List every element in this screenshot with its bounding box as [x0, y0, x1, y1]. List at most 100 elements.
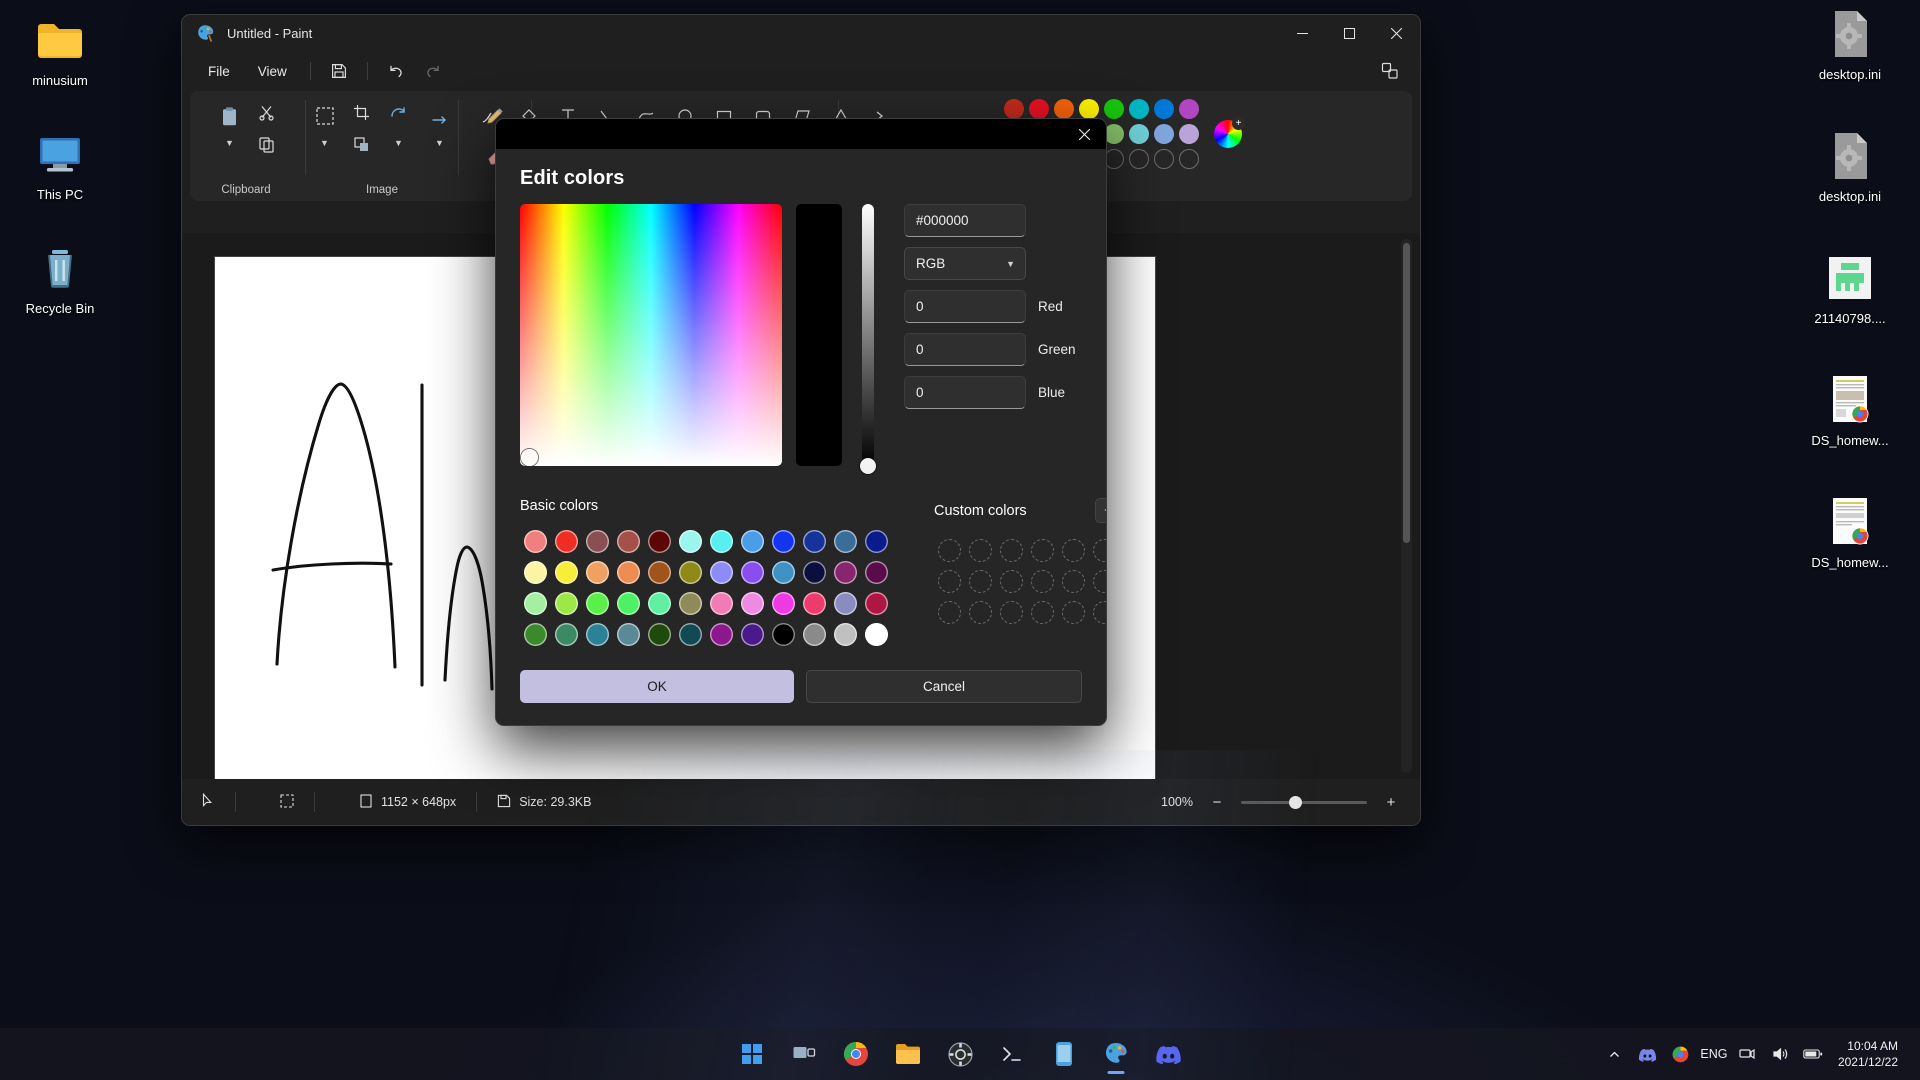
menu-file[interactable]: File [196, 58, 242, 85]
canvas-vertical-scrollbar[interactable] [1401, 239, 1412, 773]
custom-color-slot[interactable] [1062, 601, 1085, 624]
basic-color-swatch[interactable] [555, 592, 578, 615]
ribbon-color-swatch[interactable] [1179, 99, 1199, 119]
close-button[interactable] [1373, 15, 1420, 51]
custom-color-slot[interactable] [1000, 539, 1023, 562]
custom-color-slot[interactable] [969, 601, 992, 624]
basic-color-swatch[interactable] [865, 561, 888, 584]
basic-color-swatch[interactable] [865, 530, 888, 553]
basic-color-swatch[interactable] [772, 561, 795, 584]
ribbon-color-swatch[interactable] [1129, 99, 1149, 119]
minimize-button[interactable] [1279, 15, 1326, 51]
ribbon-color-swatch[interactable] [1154, 99, 1174, 119]
settings-button[interactable] [938, 1033, 982, 1075]
layers-icon[interactable] [1374, 56, 1406, 86]
ribbon-color-swatch[interactable] [1129, 149, 1149, 169]
basic-color-swatch[interactable] [648, 530, 671, 553]
battery-icon[interactable] [1799, 1038, 1827, 1070]
custom-color-slot[interactable] [1093, 570, 1107, 593]
basic-color-swatch[interactable] [834, 561, 857, 584]
basic-color-swatch[interactable] [617, 561, 640, 584]
basic-color-swatch[interactable] [555, 623, 578, 646]
basic-color-swatch[interactable] [586, 592, 609, 615]
basic-color-swatch[interactable] [803, 561, 826, 584]
basic-color-swatch[interactable] [555, 530, 578, 553]
paint-taskbar-button[interactable] [1094, 1033, 1138, 1075]
ribbon-color-swatch[interactable] [1029, 99, 1049, 119]
menu-view[interactable]: View [246, 58, 299, 85]
flip-button[interactable] [421, 97, 459, 135]
edit-colors-wheel-button[interactable]: + [1211, 117, 1245, 151]
custom-color-slot[interactable] [1031, 570, 1054, 593]
basic-color-swatch[interactable] [741, 530, 764, 553]
basic-color-swatch[interactable] [524, 623, 547, 646]
basic-color-swatch[interactable] [648, 561, 671, 584]
phone-link-button[interactable] [1042, 1033, 1086, 1075]
color-model-select[interactable]: RGB ▼ [904, 247, 1026, 280]
blue-input[interactable]: 0 [904, 376, 1026, 409]
basic-color-swatch[interactable] [834, 530, 857, 553]
basic-color-swatch[interactable] [741, 623, 764, 646]
value-slider[interactable] [862, 204, 874, 466]
desktop-icon-recycle-bin[interactable]: Recycle Bin [5, 242, 115, 316]
basic-color-swatch[interactable] [555, 561, 578, 584]
basic-color-swatch[interactable] [772, 623, 795, 646]
basic-color-swatch[interactable] [524, 561, 547, 584]
hex-input[interactable]: #000000 [904, 204, 1026, 237]
basic-color-swatch[interactable] [803, 623, 826, 646]
paste-chevron-down-icon[interactable]: ▼ [221, 135, 239, 151]
desktop-icon-desktop-ini-1[interactable]: desktop.ini [1795, 8, 1905, 82]
terminal-button[interactable] [990, 1033, 1034, 1075]
custom-color-slot[interactable] [1031, 601, 1054, 624]
basic-color-swatch[interactable] [679, 592, 702, 615]
cut-button[interactable] [252, 97, 282, 127]
value-slider-knob[interactable] [860, 458, 876, 474]
ribbon-color-swatch[interactable] [1154, 149, 1174, 169]
cancel-button[interactable]: Cancel [806, 670, 1082, 703]
discord-tray-icon[interactable] [1634, 1038, 1662, 1070]
custom-color-slot[interactable] [1093, 601, 1107, 624]
basic-color-swatch[interactable] [865, 623, 888, 646]
custom-color-slot[interactable] [969, 539, 992, 562]
custom-color-slot[interactable] [1062, 570, 1085, 593]
rotate-chevron-down-icon[interactable]: ▼ [390, 135, 408, 151]
basic-color-swatch[interactable] [772, 530, 795, 553]
basic-color-swatch[interactable] [617, 592, 640, 615]
red-input[interactable]: 0 [904, 290, 1026, 323]
basic-color-swatch[interactable] [710, 561, 733, 584]
desktop-icon-image-file[interactable]: 21140798.... [1795, 252, 1905, 326]
ribbon-color-swatch[interactable] [1129, 124, 1149, 144]
basic-color-swatch[interactable] [648, 592, 671, 615]
custom-color-slot[interactable] [969, 570, 992, 593]
basic-color-swatch[interactable] [865, 592, 888, 615]
desktop-icon-minusium[interactable]: minusium [5, 14, 115, 88]
picker-cursor[interactable] [521, 449, 538, 466]
custom-color-slot[interactable] [938, 601, 961, 624]
plus-icon[interactable]: + [1095, 498, 1107, 523]
basic-color-swatch[interactable] [679, 623, 702, 646]
ok-button[interactable]: OK [520, 670, 794, 703]
zoom-slider[interactable] [1241, 801, 1367, 804]
basic-color-swatch[interactable] [586, 623, 609, 646]
basic-color-swatch[interactable] [710, 623, 733, 646]
ribbon-color-swatch[interactable] [1154, 124, 1174, 144]
ribbon-color-swatch[interactable] [1104, 99, 1124, 119]
ribbon-color-swatch[interactable] [1179, 149, 1199, 169]
ribbon-color-swatch[interactable] [1104, 149, 1124, 169]
green-input[interactable]: 0 [904, 333, 1026, 366]
basic-color-swatch[interactable] [679, 561, 702, 584]
discord-button[interactable] [1146, 1033, 1190, 1075]
basic-color-swatch[interactable] [741, 561, 764, 584]
zoom-slider-knob[interactable] [1289, 796, 1302, 809]
ribbon-color-swatch[interactable] [1054, 99, 1074, 119]
basic-color-swatch[interactable] [524, 592, 547, 615]
custom-color-slot[interactable] [1000, 570, 1023, 593]
zoom-in-button[interactable]: + [1380, 791, 1402, 813]
chevron-up-icon[interactable] [1601, 1038, 1629, 1070]
basic-color-swatch[interactable] [586, 530, 609, 553]
crop-button[interactable] [347, 97, 377, 127]
ribbon-color-swatch[interactable] [1079, 99, 1099, 119]
ribbon-color-swatch[interactable] [1004, 99, 1024, 119]
chrome-button[interactable] [834, 1033, 878, 1075]
chrome-tray-icon[interactable] [1667, 1038, 1695, 1070]
